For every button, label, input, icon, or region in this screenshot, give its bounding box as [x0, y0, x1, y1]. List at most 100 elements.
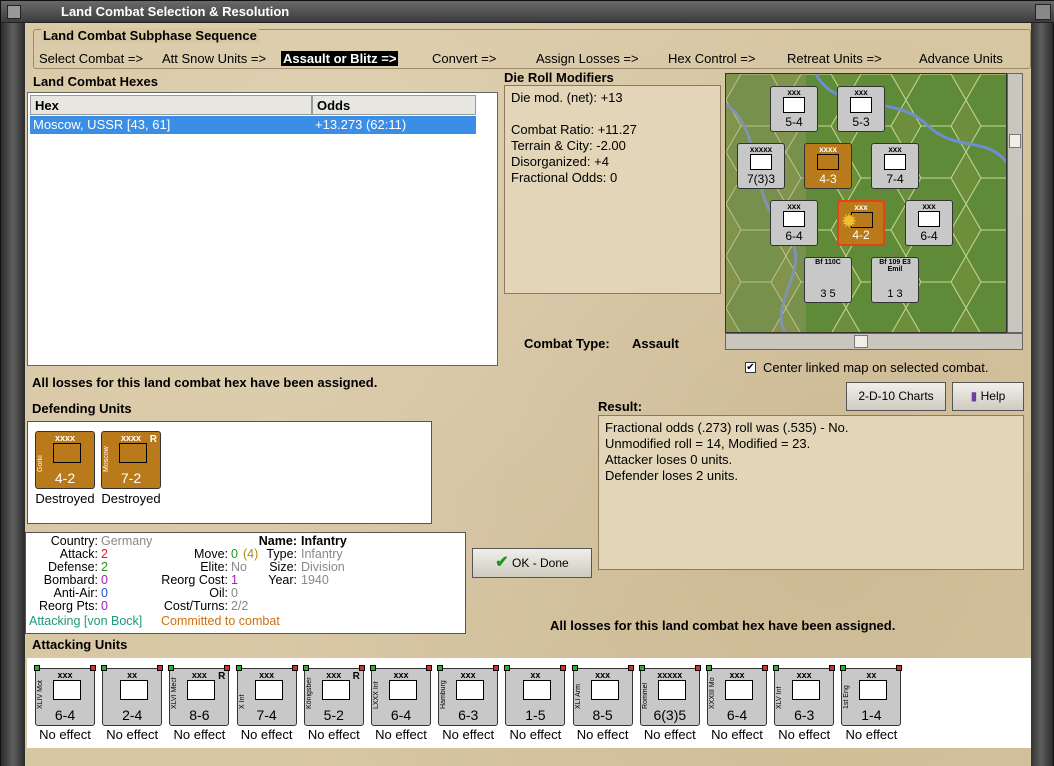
unit-name: 1st Eng [843, 685, 851, 709]
step-convert: Convert => [432, 51, 497, 66]
title-bar: Land Combat Selection & Resolution [1, 1, 1054, 23]
modifiers-label: Die Roll Modifiers [504, 70, 614, 85]
odds-cell: +13.273 (62:11) [315, 117, 407, 132]
modifier-line: Die mod. (net): +13 [511, 90, 623, 105]
unit-strength: 8-5 [592, 707, 613, 723]
unit-size: xx [127, 670, 138, 680]
modifier-line: Disorganized: +4 [511, 154, 609, 169]
combat-burst-icon: ✹ [840, 211, 858, 233]
attacker-counter[interactable]: xxx Königsberg R 5-2 [302, 665, 365, 726]
vscroll-thumb[interactable] [1009, 134, 1021, 148]
combat-type-value: Assault [632, 336, 679, 351]
attacker-counter[interactable]: xxx LXXX Inf 6-4 [370, 665, 432, 726]
map-counter[interactable]: xxx 5-4 [770, 86, 818, 132]
help-button[interactable]: ▮ Help [952, 382, 1024, 411]
defenders-label: Defending Units [32, 401, 132, 416]
country-value: Germany [101, 534, 153, 548]
map-air-counter[interactable]: Bf 109 E3 Emil 1 3 [871, 257, 919, 303]
unit-name: XLVI Mech [171, 677, 179, 709]
committed-status: Committed to combat [161, 614, 280, 628]
frame-left [1, 23, 25, 766]
unit-size: xx [530, 670, 541, 680]
map-counter[interactable]: xxx 6-4 [905, 200, 953, 246]
attacker-counter[interactable]: xxx XLV Inf 6-3 [773, 665, 836, 726]
unit-strength: 2-4 [122, 707, 143, 723]
help-label: Help [980, 389, 1006, 403]
losses-message-bottom: All losses for this land combat hex have… [550, 618, 896, 633]
unit-symbol-icon [321, 680, 350, 700]
map-counter[interactable]: xxxx 4-3 [804, 143, 852, 189]
attacking-status: Attacking [von Bock] [29, 614, 143, 628]
charts-button[interactable]: 2-D-10 Charts [846, 382, 946, 411]
unit-size: xxx [796, 670, 812, 680]
unit-symbol-icon [187, 680, 216, 700]
attacker-counter[interactable]: xxx XXXIII Mot 6-4 [706, 665, 768, 726]
hexes-list[interactable]: Hex Odds Moscow, USSR [43, 61] +13.273 (… [27, 92, 498, 366]
unit-symbol-icon [725, 680, 753, 700]
map-vertical-scrollbar[interactable] [1007, 73, 1023, 333]
unit-strength: 6-4 [54, 707, 76, 723]
result-line: Fractional odds (.273) roll was (.535) -… [605, 420, 849, 435]
map-counter[interactable]: xxxxx 7(3)3 [737, 143, 785, 189]
center-map-label: Center linked map on selected combat. [763, 360, 989, 375]
step-hex-control: Hex Control => [668, 51, 756, 66]
col-header-hex[interactable]: Hex [30, 95, 312, 115]
attacker-counter[interactable]: xx 1-5 [504, 665, 567, 726]
unit-strength: 1-5 [525, 707, 546, 723]
unit-mark: R [352, 671, 360, 682]
attacker-counter[interactable]: xxx XLIV Mot 6-4 [34, 665, 96, 726]
attacker-counter[interactable]: xxx XLVI Mech R 8-6 [168, 665, 231, 726]
modifier-line: Terrain & City: -2.00 [511, 138, 626, 153]
unit-name: Königsberg [305, 677, 313, 709]
window-title: Land Combat Selection & Resolution [61, 4, 290, 19]
unit-name: XXXIII Mot [709, 677, 716, 709]
attacker-counter[interactable]: xxx X Inf 7-4 [235, 665, 298, 726]
attacker-counter[interactable]: xx 1st Eng 1-4 [840, 665, 903, 726]
col-header-odds[interactable]: Odds [312, 95, 476, 115]
unit-size: xxx [729, 670, 745, 680]
step-advance-units: Advance Units [919, 51, 1003, 66]
close-button[interactable] [1035, 4, 1051, 20]
defender-status: Destroyed [101, 491, 161, 506]
attacker-counter[interactable]: xxx Hamburg 6-3 [437, 665, 500, 726]
unit-size: xxx [57, 670, 73, 680]
unit-symbol-icon [254, 680, 283, 700]
modifiers-box: Die mod. (net): +13 Combat Ratio: +11.27… [504, 85, 721, 294]
defender-counter[interactable]: xxxx Moscow R 7-2 [101, 431, 161, 489]
unit-symbol-icon [389, 680, 417, 700]
combat-window: Land Combat Selection & Resolution Land … [0, 0, 1054, 766]
hex-cell: Moscow, USSR [43, 61] [33, 117, 171, 132]
unit-name: Hamburg [440, 680, 448, 709]
hscroll-thumb[interactable] [854, 335, 868, 348]
unit-strength: 5-2 [323, 707, 344, 723]
frame-right [1029, 23, 1053, 766]
attacker-counter[interactable]: xxx XLI Arm 8-5 [571, 665, 634, 726]
unit-symbol-icon [792, 680, 821, 700]
map-counter[interactable]: xxx 6-4 [770, 200, 818, 246]
map-air-counter[interactable]: Bf 110C 3 5 [804, 257, 852, 303]
done-button[interactable]: ✔ OK - Done [472, 548, 592, 578]
hex-row-selected[interactable]: Moscow, USSR [43, 61] +13.273 (62:11) [30, 116, 476, 134]
window-icon[interactable] [7, 5, 21, 19]
hexes-label: Land Combat Hexes [33, 74, 158, 89]
result-box: Fractional odds (.273) roll was (.535) -… [598, 415, 1024, 570]
attackers-label: Attacking Units [32, 637, 128, 652]
map-horizontal-scrollbar[interactable] [725, 333, 1023, 350]
unit-name: XLIV Mot [37, 680, 44, 709]
step-assault-or-blitz: Assault or Blitz => [281, 51, 399, 66]
map-counter[interactable]: xxx 5-3 [837, 86, 885, 132]
book-icon: ▮ [970, 389, 978, 403]
map-counter[interactable]: xxx 7-4 [871, 143, 919, 189]
unit-strength: 6-4 [726, 707, 748, 723]
reorg-pts-label: Reorg Pts: [38, 599, 98, 613]
cost-turns-value: 2/2 [231, 599, 249, 613]
unit-size: xxx [595, 670, 611, 680]
attacker-counter[interactable]: xx 2-4 [101, 665, 164, 726]
defender-counter[interactable]: xxxx Gorki 4-2 [35, 431, 95, 489]
unit-symbol-icon [456, 680, 485, 700]
unit-symbol-icon [523, 680, 552, 700]
center-map-checkbox[interactable]: ✔ [745, 362, 756, 373]
done-label: OK - Done [512, 556, 569, 570]
attacker-counter[interactable]: xxxxx Rommel 6(3)5 [638, 665, 701, 726]
year-label: Year: [268, 573, 297, 587]
